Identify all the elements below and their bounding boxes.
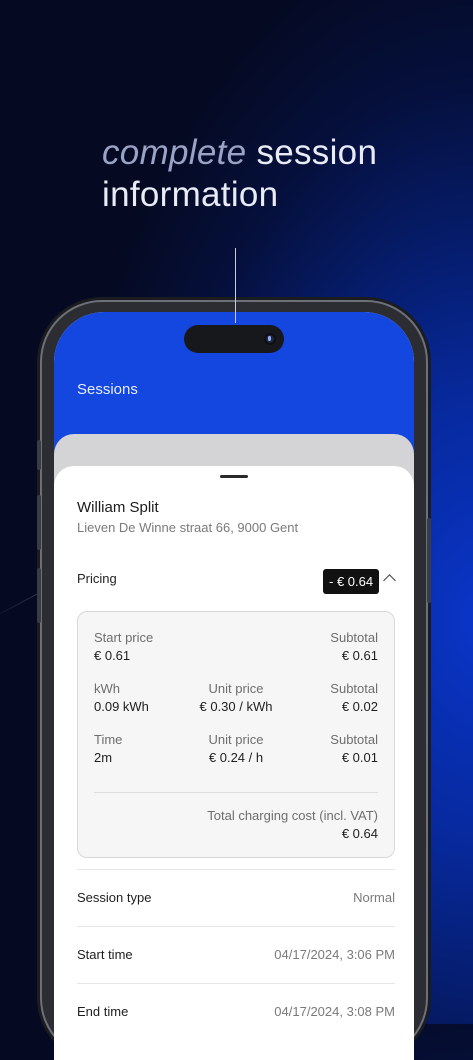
total-cost-value: € 0.64 bbox=[341, 826, 378, 841]
card-divider bbox=[94, 792, 378, 793]
time-unit-price-label: Unit price bbox=[208, 732, 264, 747]
time-label: Time bbox=[94, 732, 123, 747]
headline-line1-rest: session bbox=[246, 133, 378, 172]
phone-action-button bbox=[37, 440, 41, 470]
session-detail-sheet: William Split Lieven De Winne straat 66,… bbox=[54, 466, 414, 1060]
time-value: 2m bbox=[94, 750, 113, 765]
phone-screen: Sessions William Split Lieven De Winne s… bbox=[54, 312, 414, 1060]
total-cost-label: Total charging cost (incl. VAT) bbox=[207, 808, 378, 823]
time-unit-price: € 0.24 / h bbox=[208, 750, 264, 765]
start-price-value: € 0.61 bbox=[94, 648, 131, 663]
kwh-label: kWh bbox=[94, 681, 120, 696]
end-time-value: 04/17/2024, 3:08 PM bbox=[274, 1004, 395, 1019]
start-time-label: Start time bbox=[77, 947, 133, 962]
phone-volume-up-button bbox=[37, 495, 41, 550]
kwh-unit-price-label: Unit price bbox=[208, 681, 264, 696]
phone-volume-down-button bbox=[37, 568, 41, 623]
kwh-unit-price: € 0.30 / kWh bbox=[199, 699, 273, 714]
time-subtotal: € 0.01 bbox=[341, 750, 378, 765]
start-price-subtotal-label: Subtotal bbox=[330, 630, 378, 645]
session-user-name: William Split bbox=[77, 499, 159, 516]
detail-row-end-time: End time 04/17/2024, 3:08 PM bbox=[77, 983, 395, 1040]
phone-power-button bbox=[427, 518, 431, 603]
kwh-value: 0.09 kWh bbox=[94, 699, 149, 714]
callout-pointer-line bbox=[235, 248, 236, 323]
dynamic-island bbox=[184, 325, 284, 353]
session-type-label: Session type bbox=[77, 890, 152, 905]
detail-row-session-type: Session type Normal bbox=[77, 869, 395, 926]
session-address: Lieven De Winne straat 66, 9000 Gent bbox=[77, 520, 299, 535]
headline-emphasis: complete bbox=[102, 133, 247, 172]
sheet-drag-handle[interactable] bbox=[220, 475, 248, 478]
promo-headline: complete session information bbox=[102, 132, 377, 216]
camera-icon bbox=[264, 333, 276, 345]
headline-line2: information bbox=[102, 175, 279, 214]
kwh-subtotal-label: Subtotal bbox=[330, 681, 378, 696]
kwh-subtotal: € 0.02 bbox=[341, 699, 378, 714]
start-price-label: Start price bbox=[94, 630, 154, 645]
session-type-value: Normal bbox=[353, 890, 395, 905]
screen-title: Sessions bbox=[77, 381, 138, 398]
pricing-total-badge: - € 0.64 bbox=[323, 569, 380, 594]
start-price-subtotal: € 0.61 bbox=[341, 648, 378, 663]
phone-mockup: Sessions William Split Lieven De Winne s… bbox=[37, 300, 431, 1060]
start-time-value: 04/17/2024, 3:06 PM bbox=[274, 947, 395, 962]
end-time-label: End time bbox=[77, 1004, 129, 1019]
chevron-up-icon[interactable] bbox=[383, 574, 396, 587]
time-subtotal-label: Subtotal bbox=[330, 732, 378, 747]
pricing-label: Pricing bbox=[77, 571, 117, 586]
detail-row-start-time: Start time 04/17/2024, 3:06 PM bbox=[77, 926, 395, 983]
pricing-breakdown-card: Start price € 0.61 Subtotal € 0.61 kWh 0… bbox=[77, 611, 395, 858]
